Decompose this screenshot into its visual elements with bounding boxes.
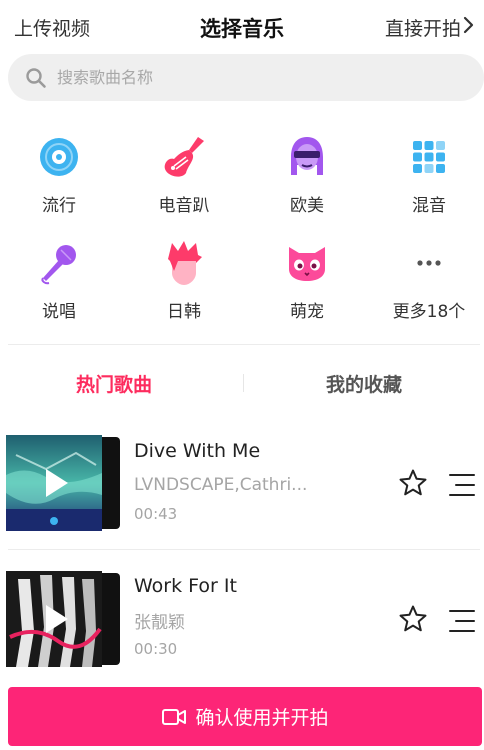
cat-face-icon (289, 247, 325, 281)
header-bar: 上传视频 选择音乐 直接开拍 (0, 0, 484, 56)
vinyl-record-icon (40, 138, 78, 176)
favorite-star-icon[interactable] (398, 604, 428, 634)
song-row[interactable]: Work For It 张靓颖 00:30 (0, 561, 484, 681)
confirm-and-shoot-button[interactable]: 确认使用并开拍 (8, 687, 482, 746)
divider (8, 549, 480, 550)
confirm-button-label: 确认使用并开拍 (195, 707, 329, 729)
microphone-icon (41, 245, 76, 285)
search-icon (26, 67, 46, 88)
album-cover[interactable] (6, 571, 120, 667)
tab-separator (243, 374, 244, 392)
mixer-grid-icon (413, 141, 445, 173)
song-title: Dive With Me (134, 440, 261, 462)
shoot-directly-link[interactable]: 直接开拍 (385, 14, 474, 41)
play-icon[interactable] (40, 603, 72, 635)
song-duration: 00:30 (134, 640, 178, 658)
playlist-menu-icon[interactable] (448, 608, 476, 634)
more-dots-icon (417, 260, 441, 266)
category-electronic[interactable]: 电音趴 (129, 135, 239, 216)
category-label: 更多18个 (392, 302, 466, 322)
shoot-directly-label: 直接开拍 (384, 18, 461, 40)
song-title: Work For It (134, 575, 237, 597)
category-label: 日韩 (167, 302, 201, 322)
category-label: 欧美 (290, 196, 324, 216)
category-pets[interactable]: 萌宠 (252, 241, 362, 322)
spiky-hair-person-icon (168, 241, 202, 285)
category-jpop-kpop[interactable]: 日韩 (129, 241, 239, 322)
song-duration: 00:43 (134, 505, 178, 523)
album-cover[interactable] (6, 435, 120, 531)
tab-hot-songs[interactable]: 热门歌曲 (76, 370, 152, 397)
tab-my-favorites[interactable]: 我的收藏 (326, 370, 402, 397)
play-icon[interactable] (40, 467, 72, 499)
category-more[interactable]: 更多18个 (374, 241, 484, 322)
song-artist: LVNDSCAPE,Cathri... (134, 475, 308, 495)
category-label: 混音 (412, 196, 446, 216)
electric-guitar-icon (164, 137, 204, 177)
playlist-menu-icon[interactable] (448, 472, 476, 498)
video-camera-icon (162, 708, 187, 725)
search-input[interactable] (55, 67, 439, 88)
category-label: 电音趴 (158, 196, 210, 216)
category-pop[interactable]: 流行 (4, 135, 114, 216)
category-rap[interactable]: 说唱 (4, 241, 114, 322)
person-sunglasses-icon (291, 137, 323, 175)
category-label: 流行 (42, 196, 76, 216)
category-western[interactable]: 欧美 (252, 135, 362, 216)
favorite-star-icon[interactable] (398, 468, 428, 498)
category-label: 说唱 (42, 302, 76, 322)
song-row[interactable]: Dive With Me LVNDSCAPE,Cathri... 00:43 (0, 425, 484, 545)
category-label: 萌宠 (290, 302, 324, 322)
category-remix[interactable]: 混音 (374, 135, 484, 216)
song-artist: 张靓颖 (134, 613, 185, 633)
chevron-right-icon (463, 16, 474, 39)
divider (8, 344, 480, 345)
music-tabs: 热门歌曲 我的收藏 (0, 360, 484, 408)
search-bar[interactable] (8, 54, 484, 101)
